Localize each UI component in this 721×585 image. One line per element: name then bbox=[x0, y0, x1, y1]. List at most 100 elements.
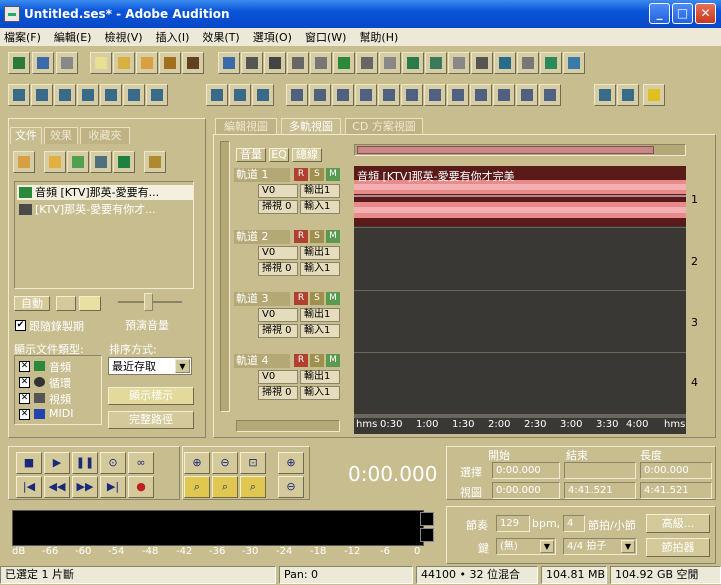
view-start-field[interactable]: 0:00.000 bbox=[492, 482, 560, 499]
track-name[interactable]: 軌道 2 bbox=[234, 230, 290, 244]
play-button[interactable]: ▶ bbox=[44, 452, 70, 474]
export-icon[interactable] bbox=[563, 52, 585, 74]
favorites-icon[interactable] bbox=[617, 84, 639, 106]
mute-button[interactable]: M bbox=[326, 168, 340, 181]
menu-effects[interactable]: 效果(T) bbox=[202, 29, 239, 45]
panel5-icon[interactable] bbox=[378, 84, 400, 106]
go-to-start-button[interactable]: |◀ bbox=[16, 476, 42, 498]
menu-options[interactable]: 選項(O) bbox=[253, 29, 292, 45]
record-button[interactable]: ● bbox=[128, 476, 154, 498]
tab-cd-project-view[interactable]: CD 方案視圖 bbox=[345, 118, 423, 134]
panel10-icon[interactable] bbox=[493, 84, 515, 106]
track-pan[interactable]: 掃視 0 bbox=[258, 200, 298, 214]
tool-icon[interactable] bbox=[540, 52, 562, 74]
track-name[interactable]: 軌道 3 bbox=[234, 292, 290, 306]
preview-volume-slider[interactable] bbox=[144, 293, 153, 311]
solo-button[interactable]: S bbox=[310, 292, 324, 305]
menu-help[interactable]: 幫助(H) bbox=[359, 29, 398, 45]
track-scroll-left[interactable] bbox=[220, 141, 230, 412]
insert-file-button[interactable] bbox=[90, 151, 112, 173]
dual-waveform-icon[interactable] bbox=[8, 84, 30, 106]
selection-start-field[interactable]: 0:00.000 bbox=[492, 462, 560, 479]
solo-button[interactable]: S bbox=[310, 230, 324, 243]
view-end-field[interactable]: 4:41.521 bbox=[564, 482, 636, 499]
mute-button[interactable]: M bbox=[326, 354, 340, 367]
help-icon[interactable] bbox=[643, 84, 665, 106]
snap-icon[interactable] bbox=[264, 52, 286, 74]
menu-file[interactable]: 檔案(F) bbox=[4, 29, 41, 45]
show-hints-button[interactable]: 顯示標示 bbox=[108, 387, 194, 405]
track-volume[interactable]: V0 bbox=[258, 184, 298, 198]
select-tool-icon[interactable] bbox=[206, 84, 228, 106]
solo-button[interactable]: S bbox=[310, 354, 324, 367]
metronome-button[interactable]: 節拍器 bbox=[646, 538, 710, 557]
track-output[interactable]: 輸出1 bbox=[300, 246, 340, 260]
track-volume[interactable]: V0 bbox=[258, 370, 298, 384]
tab-volume[interactable]: 音量 bbox=[236, 148, 266, 162]
time-select-icon[interactable] bbox=[229, 84, 251, 106]
zoom-out-vertical-icon[interactable]: ⊖ bbox=[278, 476, 304, 498]
list-item[interactable]: [KTV]那英-愛要有你才... bbox=[17, 202, 193, 217]
track-pan[interactable]: 掃視 0 bbox=[258, 386, 298, 400]
type-audio-checkbox[interactable]: ✕ bbox=[19, 361, 30, 372]
record-arm-button[interactable]: R bbox=[294, 292, 308, 305]
level-icon[interactable] bbox=[31, 84, 53, 106]
overview-range[interactable] bbox=[357, 146, 654, 154]
advanced-button[interactable]: 高級... bbox=[646, 514, 710, 533]
save-file-icon[interactable] bbox=[159, 52, 181, 74]
settings-icon[interactable] bbox=[494, 52, 516, 74]
selection-length-field[interactable]: 0:00.000 bbox=[640, 462, 712, 479]
solo-button[interactable]: S bbox=[310, 168, 324, 181]
track-name[interactable]: 軌道 1 bbox=[234, 168, 290, 182]
track-pan[interactable]: 掃視 0 bbox=[258, 262, 298, 276]
zoom-out-icon[interactable]: ⊖ bbox=[212, 452, 238, 474]
audition-app-icon[interactable] bbox=[4, 6, 20, 22]
panel4-icon[interactable] bbox=[355, 84, 377, 106]
type-loop-checkbox[interactable]: ✕ bbox=[19, 377, 30, 388]
mix-icon[interactable] bbox=[356, 52, 378, 74]
minimize-button[interactable]: _ bbox=[649, 3, 670, 24]
trim-icon[interactable] bbox=[333, 52, 355, 74]
stop-button[interactable]: ■ bbox=[16, 452, 42, 474]
bpm-field[interactable]: 129 bbox=[496, 515, 530, 532]
key-select[interactable]: (無) ▼ bbox=[496, 538, 556, 555]
clip-indicator[interactable] bbox=[420, 512, 434, 526]
cut-icon[interactable] bbox=[310, 52, 332, 74]
view-length-field[interactable]: 4:41.521 bbox=[640, 482, 712, 499]
track-input[interactable]: 輸入1 bbox=[300, 200, 340, 214]
tab-effects[interactable]: 效果 bbox=[44, 127, 78, 144]
zoom-in-vertical-icon[interactable]: ⊕ bbox=[278, 452, 304, 474]
full-path-button[interactable]: 完整路徑 bbox=[108, 411, 194, 429]
tab-favorites[interactable]: 收藏夾 bbox=[80, 127, 130, 144]
mute-button[interactable]: M bbox=[326, 292, 340, 305]
pause-button[interactable]: ❚❚ bbox=[72, 452, 98, 474]
tab-edit-view[interactable]: 編輯視圖 bbox=[215, 118, 277, 134]
chevron-down-icon[interactable]: ▼ bbox=[540, 540, 554, 553]
track-input[interactable]: 輸入1 bbox=[300, 262, 340, 276]
track-input[interactable]: 輸入1 bbox=[300, 386, 340, 400]
envelope-tool-icon[interactable] bbox=[123, 84, 145, 106]
panel7-icon[interactable] bbox=[424, 84, 446, 106]
track-name[interactable]: 軌道 4 bbox=[234, 354, 290, 368]
timeline-ruler[interactable]: hms 0:30 1:00 1:30 2:00 2:30 3:00 3:30 4… bbox=[354, 418, 686, 434]
dots-icon[interactable] bbox=[517, 52, 539, 74]
close-button[interactable]: ✕ bbox=[695, 3, 716, 24]
zoom-selection-icon[interactable]: ⌕ bbox=[212, 476, 238, 498]
track-volume[interactable]: V0 bbox=[258, 246, 298, 260]
track-canvas[interactable]: 音頻 [KTV]那英-愛要有你才完美 bbox=[354, 166, 686, 418]
zoom-in-icon[interactable]: ⊕ bbox=[184, 452, 210, 474]
close-file-button[interactable] bbox=[67, 151, 89, 173]
rewind-button[interactable]: ◀◀ bbox=[44, 476, 70, 498]
tab-eq[interactable]: EQ bbox=[269, 148, 289, 162]
batch-icon[interactable] bbox=[241, 52, 263, 74]
bpm-icon[interactable] bbox=[100, 84, 122, 106]
sort-select[interactable]: 最近存取 ▼ bbox=[108, 357, 192, 375]
tab-files[interactable]: 文件 bbox=[10, 127, 42, 144]
maximize-button[interactable]: □ bbox=[672, 3, 693, 24]
mute-button[interactable]: M bbox=[326, 230, 340, 243]
loop-button[interactable]: ∞ bbox=[128, 452, 154, 474]
clip-indicator[interactable] bbox=[420, 528, 434, 542]
open-file-icon[interactable] bbox=[113, 52, 135, 74]
waveform-view-icon[interactable] bbox=[8, 52, 30, 74]
go-to-end-button[interactable]: ▶| bbox=[100, 476, 126, 498]
